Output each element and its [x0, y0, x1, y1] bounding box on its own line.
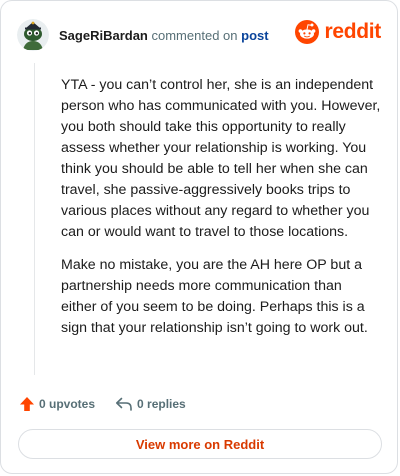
comment-paragraph: YTA - you can’t control her, she is an i… [61, 77, 381, 240]
user-avatar[interactable] [17, 19, 49, 51]
comment-paragraph: Make no mistake, you are the AH here OP … [61, 257, 368, 336]
reddit-logo[interactable]: reddit [295, 20, 381, 44]
comment-body: YTA - you can’t control her, she is an i… [61, 75, 381, 351]
view-more-on-reddit-button[interactable]: View more on Reddit [18, 429, 382, 459]
reddit-wordmark: reddit [324, 20, 381, 43]
action-text: commented on [151, 27, 238, 43]
comment-embed-card: SageRiBardan commented on post reddit YT… [0, 0, 398, 474]
upvote-count: 0 upvotes [39, 397, 96, 411]
upvote-arrow-icon [20, 397, 34, 411]
upvote-button[interactable]: 0 upvotes [19, 396, 95, 412]
reddit-snoo-icon [295, 20, 320, 44]
reply-button[interactable]: 0 replies [115, 396, 186, 412]
username[interactable]: SageRiBardan [59, 28, 148, 43]
reply-count: 0 replies [137, 397, 186, 411]
post-link[interactable]: post [241, 28, 268, 43]
thread-line [34, 63, 35, 375]
comment-actions: 0 upvotes 0 replies [19, 393, 186, 415]
comment-header: SageRiBardan commented on post reddit [17, 17, 381, 53]
comment-meta: SageRiBardan commented on post [59, 28, 269, 43]
reply-arrow-icon [116, 397, 132, 411]
